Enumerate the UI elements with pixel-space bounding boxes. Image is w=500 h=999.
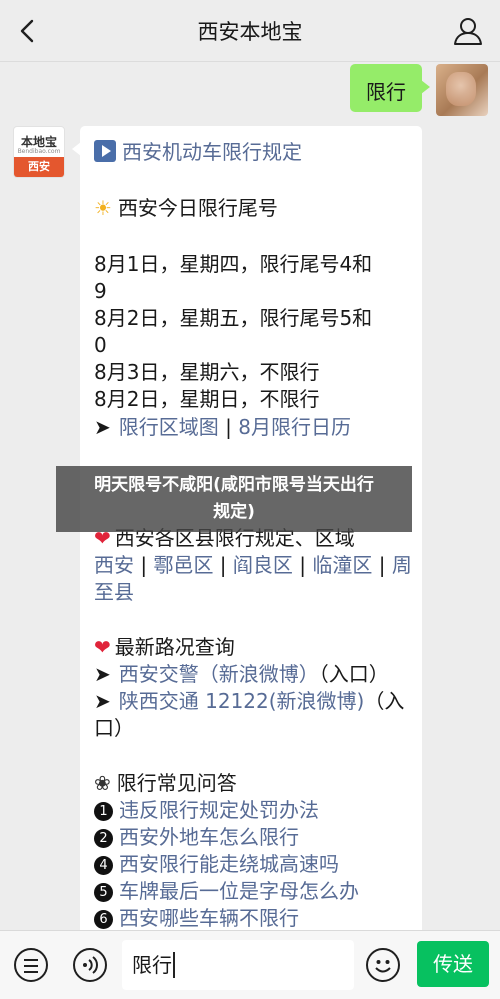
district-links-line: 西安 | 鄠邑区 | 阎良区 | 临潼区 | 周 <box>94 551 414 579</box>
user-message-row: 限行 <box>350 64 488 116</box>
number-badge-icon: 1 <box>94 802 113 821</box>
headline-line: 明天限号不咸阳(咸阳市限号当天出行 <box>94 475 374 495</box>
faq-link[interactable]: 西安外地车怎么限行 <box>119 825 299 849</box>
menu-icon[interactable] <box>14 948 48 982</box>
faq-link[interactable]: 车牌最后一位是字母怎么办 <box>119 879 359 903</box>
number-badge-icon: 4 <box>94 856 113 875</box>
map-link[interactable]: 限行区域图 <box>119 415 219 439</box>
district-link[interactable]: 至县 <box>94 580 134 604</box>
date-line: 0 <box>94 333 107 357</box>
user-message-bubble[interactable]: 限行 <box>350 64 430 112</box>
traffic-link-line: ➤ 陕西交通 12122(新浪微博)（入 <box>94 687 414 715</box>
faq-link[interactable]: 违反限行规定处罚办法 <box>119 798 319 822</box>
number-badge-icon: 2 <box>94 829 113 848</box>
bot-avatar[interactable]: 本地宝 Bendibao.com 西安 <box>13 126 65 178</box>
date-line: 8月2日，星期日，不限行 <box>94 387 320 411</box>
top-bar: 西安本地宝 <box>0 0 500 62</box>
arrow-right-icon: ➤ <box>94 689 111 713</box>
message-input[interactable]: 限行 <box>122 940 354 990</box>
faq-item[interactable]: 4 西安限行能走绕城高速吗 <box>94 850 414 878</box>
send-button[interactable]: 传送 <box>417 941 489 987</box>
traffic-link-line: 口） <box>94 716 134 740</box>
headline-line: 规定) <box>213 502 255 522</box>
arrow-right-icon: ➤ <box>94 415 111 439</box>
district-link[interactable]: 鄠邑区 <box>153 553 213 577</box>
headline-overlay: 明天限号不咸阳(咸阳市限号当天出行 规定) <box>56 466 412 532</box>
district-link[interactable]: 西安 <box>94 553 134 577</box>
bot-logo-url: Bendibao.com <box>17 148 61 155</box>
faq-item[interactable]: 6 西安哪些车辆不限行 <box>94 904 414 930</box>
rule-link[interactable]: 西安机动车限行规定 <box>122 140 302 164</box>
separator: | <box>218 415 239 439</box>
rule-line: 西安机动车限行规定 <box>94 138 414 166</box>
faq-link[interactable]: 西安限行能走绕城高速吗 <box>119 852 339 876</box>
number-badge-icon: 6 <box>94 910 113 929</box>
sun-icon: ☀ <box>94 196 112 220</box>
traffic-heading: 最新路况查询 <box>114 635 235 659</box>
traffic-link[interactable]: 陕西交通 12122(新浪微博) <box>119 689 365 713</box>
separator: | <box>292 553 313 577</box>
traffic-heading-line: ❤ 最新路况查询 <box>94 633 414 661</box>
calendar-link[interactable]: 8月限行日历 <box>238 415 351 439</box>
faq-item[interactable]: 2 西安外地车怎么限行 <box>94 823 414 851</box>
district-link[interactable]: 周 <box>392 553 412 577</box>
separator: | <box>134 553 154 577</box>
date-line: 9 <box>94 279 107 303</box>
district-link[interactable]: 阎良区 <box>233 553 293 577</box>
traffic-link-suffix: （入口） <box>318 662 389 686</box>
district-links-line: 至县 <box>94 578 414 606</box>
play-icon <box>94 140 116 162</box>
text-caret <box>173 952 175 978</box>
district-link[interactable]: 临潼区 <box>312 553 372 577</box>
separator: | <box>372 553 392 577</box>
date-line: 8月3日，星期六，不限行 <box>94 360 320 384</box>
faq-heading-line: ❀ 限行常见问答 <box>94 769 414 797</box>
traffic-link[interactable]: 西安交警（新浪微博） <box>119 662 319 686</box>
today-heading-line: ☀ 西安今日限行尾号 <box>94 194 414 222</box>
date-line: 8月2日，星期五，限行尾号5和 <box>94 306 373 330</box>
traffic-link-suffix: （入 <box>364 689 405 713</box>
user-avatar[interactable] <box>436 64 488 116</box>
person-icon[interactable] <box>452 16 484 46</box>
date-line: 8月1日，星期四，限行尾号4和 <box>94 252 373 276</box>
heart-icon: ❤ <box>94 635 111 659</box>
links-line: ➤ 限行区域图 | 8月限行日历 <box>94 413 414 441</box>
flower-icon: ❀ <box>94 771 111 795</box>
emoji-icon[interactable] <box>366 948 400 982</box>
traffic-link-line: ➤ 西安交警（新浪微博）（入口） <box>94 660 414 688</box>
message-input-value: 限行 <box>132 953 172 977</box>
separator: | <box>213 553 233 577</box>
faq-heading: 限行常见问答 <box>116 771 237 795</box>
faq-link[interactable]: 西安哪些车辆不限行 <box>119 906 299 930</box>
bot-logo-city: 西安 <box>14 157 64 177</box>
number-badge-icon: 5 <box>94 883 113 902</box>
voice-icon[interactable] <box>73 948 107 982</box>
faq-item[interactable]: 1 违反限行规定处罚办法 <box>94 796 414 824</box>
faq-item[interactable]: 5 车牌最后一位是字母怎么办 <box>94 877 414 905</box>
today-heading: 西安今日限行尾号 <box>117 196 278 220</box>
page-title: 西安本地宝 <box>197 20 303 44</box>
arrow-right-icon: ➤ <box>94 662 111 686</box>
input-bar: 限行 传送 <box>0 930 500 999</box>
